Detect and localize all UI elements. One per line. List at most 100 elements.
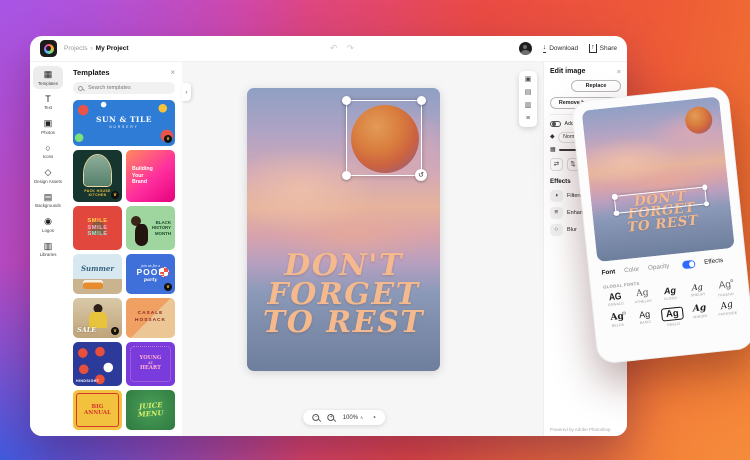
avatar[interactable] (519, 42, 532, 55)
close-icon: × (170, 68, 175, 77)
replace-button[interactable]: Replace (571, 80, 621, 92)
download-button[interactable]: ↓ Download (543, 44, 578, 53)
app-logo[interactable] (40, 40, 57, 57)
search-input[interactable] (86, 84, 170, 92)
templates-grid-icon: ▦ (44, 70, 53, 79)
selection-handle[interactable] (342, 96, 351, 105)
search-box[interactable] (73, 82, 175, 94)
media-tool-button[interactable]: ▣ (525, 76, 532, 83)
layers-icon: ▥ (525, 102, 532, 109)
selection-handle[interactable] (702, 184, 708, 190)
sidebar-item-logos[interactable]: ◉ Logos (33, 213, 63, 236)
font-option[interactable]: Ag TRUENO (711, 278, 738, 299)
template-card[interactable]: SMILE SMILE SMILE (73, 206, 122, 250)
font-option-selected[interactable]: Ag ORELO (659, 305, 687, 329)
close-panel-button[interactable]: × (170, 69, 175, 77)
flip-vertical-icon: ⇅ (570, 160, 575, 168)
breadcrumb-projects[interactable]: Projects (64, 45, 87, 52)
layers-tool-button[interactable]: ▥ (525, 102, 532, 109)
timer-icon: ◔ (371, 413, 376, 422)
background-tool-button[interactable]: ▤ (525, 89, 532, 96)
tab-opacity[interactable]: Opacity (648, 263, 670, 272)
font-option[interactable]: Ag MINION (686, 302, 714, 326)
zoom-level-dropdown[interactable]: 100% ∧ (343, 415, 364, 421)
text-icon: T (45, 95, 51, 104)
more-tool-button[interactable]: ≡ (526, 115, 530, 122)
template-card[interactable]: JUICE MENU (126, 390, 175, 430)
font-option[interactable]: AG OSWALD (602, 290, 629, 311)
font-option[interactable]: Ag BELDA (604, 310, 632, 334)
undo-button[interactable]: ↶ (330, 44, 338, 53)
selection-handle[interactable] (417, 96, 426, 105)
template-card[interactable]: CASALE HOSSACK (126, 298, 175, 338)
photos-icon: ▣ (44, 119, 53, 128)
flip-horizontal-button[interactable]: ⇄ (550, 158, 563, 171)
zoom-level-value: 100% (343, 415, 358, 421)
premium-crown-icon: ♛ (111, 191, 119, 199)
share-icon: ↑ (589, 44, 597, 53)
selection-handle[interactable] (611, 194, 617, 200)
phone-design-artwork[interactable]: DON'T FORGET TO REST (582, 96, 735, 262)
effects-toggle[interactable] (682, 260, 696, 269)
font-option[interactable]: Ag SHELBY (684, 281, 711, 302)
artwork-headline[interactable]: DON'T FORGET TO REST (247, 252, 440, 338)
effects-toggle-label: Effects (704, 257, 724, 266)
close-edit-panel-button[interactable]: × (617, 68, 621, 76)
templates-grid: SUN & TILE NURSERY ♛ PACK HOUSE KITCHEN … (73, 100, 175, 436)
window-body: ▦ Templates T Text ▣ Photos ○ Icons ◇ (30, 62, 627, 436)
backgrounds-icon: ▤ (44, 193, 53, 202)
design-artwork[interactable]: DON'T FORGET TO REST ↺ (247, 88, 440, 371)
sidebar-item-icons[interactable]: ○ Icons (33, 140, 63, 163)
breadcrumb: Projects › My Project (64, 45, 129, 52)
template-card[interactable]: SUN & TILE NURSERY ♛ (73, 100, 175, 146)
selection-handle[interactable] (342, 171, 351, 180)
search-icon (78, 86, 83, 91)
rotate-handle[interactable]: ↺ (415, 169, 427, 181)
opacity-icon: ▦ (550, 147, 556, 153)
template-card[interactable]: join us for a POOL party ♛ (126, 254, 175, 294)
sidebar-item-design-assets[interactable]: ◇ Design Assets (33, 164, 63, 187)
template-card[interactable]: PACK HOUSE KITCHEN ♛ (73, 150, 122, 202)
selection-handle[interactable] (613, 210, 619, 216)
add-to-background-toggle[interactable] (550, 121, 561, 128)
history-timer-button[interactable]: ◔ (371, 414, 376, 422)
premium-dot-icon (730, 278, 734, 282)
phone-sun-graphic[interactable] (684, 105, 714, 135)
template-card[interactable]: BLACK HISTORY MONTH (126, 206, 175, 250)
media-icon: ▣ (525, 76, 532, 83)
topbar-right: ↓ Download ↑ Share (519, 42, 617, 55)
blend-icon: ◆ (550, 134, 555, 140)
share-button[interactable]: ↑ Share (589, 44, 617, 53)
font-option[interactable]: Ag ATHELAS (629, 287, 656, 308)
chevron-right-icon: › (185, 89, 187, 96)
redo-icon: ↷ (347, 43, 355, 53)
template-card[interactable]: SALE ♛ (73, 298, 122, 338)
template-card[interactable]: YOUNG AT HEART (126, 342, 175, 386)
redo-button[interactable]: ↷ (347, 44, 355, 53)
tab-font[interactable]: Font (601, 269, 615, 277)
sidebar-item-text[interactable]: T Text (33, 91, 63, 114)
zoom-out-button[interactable]: − (313, 414, 320, 421)
sidebar-item-libraries[interactable]: ▥ Libraries (33, 238, 63, 261)
template-card[interactable]: Summer (73, 254, 122, 294)
close-icon: × (617, 67, 621, 76)
font-option[interactable]: Ag FLOOD (657, 284, 684, 305)
font-option[interactable]: Ag BASIC (631, 308, 659, 332)
template-card[interactable]: BIG ANNUAL (73, 390, 122, 430)
tab-color[interactable]: Color (624, 266, 640, 275)
collapse-panel-button[interactable]: › (182, 83, 191, 101)
premium-crown-icon: ♛ (164, 283, 172, 291)
download-icon: ↓ (543, 44, 547, 53)
sidebar-item-photos[interactable]: ▣ Photos (33, 115, 63, 138)
sidebar-item-templates[interactable]: ▦ Templates (33, 66, 63, 89)
app-window: Projects › My Project ↶ ↷ ↓ Download ↑ S… (30, 36, 627, 436)
background-icon: ▤ (525, 89, 532, 96)
template-card[interactable]: Building Your Brand (126, 150, 175, 202)
top-bar: Projects › My Project ↶ ↷ ↓ Download ↑ S… (30, 36, 627, 62)
zoom-toolbar: − + 100% ∧ ◔ (304, 410, 386, 425)
sidebar-item-backgrounds[interactable]: ▤ Backgrounds (33, 189, 63, 212)
template-card[interactable]: HINDSIGHT (73, 342, 122, 386)
zoom-in-button[interactable]: + (328, 414, 335, 421)
font-option[interactable]: Ag PARKSIDE (714, 299, 742, 323)
selection-box[interactable]: ↺ (346, 100, 422, 176)
